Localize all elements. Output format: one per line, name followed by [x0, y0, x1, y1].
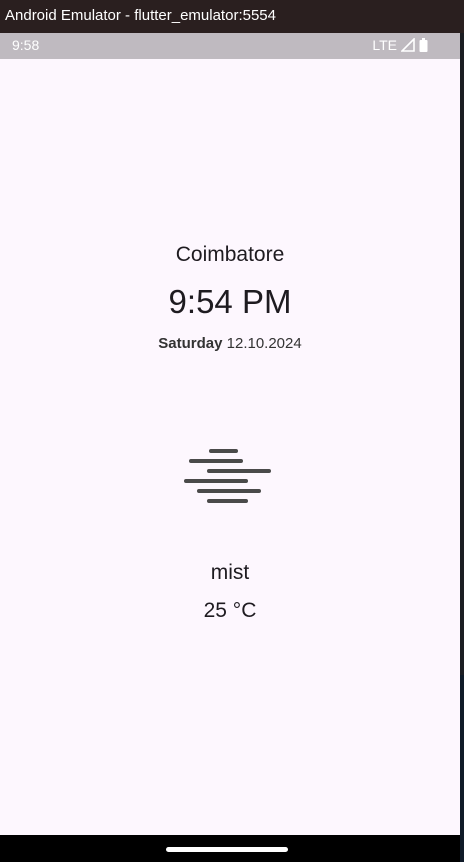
status-bar: 9:58 LTE	[0, 33, 460, 59]
network-label: LTE	[372, 37, 397, 53]
weather-condition: mist	[210, 561, 250, 584]
date-value: 12.10.2024	[226, 335, 302, 352]
emulator-title-bar: Android Emulator - flutter_emulator:5554	[0, 0, 464, 33]
phone-screen: 9:58 LTE Coimbatore 9:54 PM Saturday 12.…	[0, 33, 460, 862]
battery-icon	[419, 38, 428, 52]
mist-icon	[184, 449, 271, 503]
status-time: 9:58	[12, 37, 40, 53]
day-name: Saturday	[158, 335, 223, 352]
window-title: Android Emulator - flutter_emulator:5554	[5, 7, 276, 24]
signal-icon	[401, 38, 415, 52]
city-name: Coimbatore	[175, 243, 285, 266]
home-gesture-handle[interactable]	[166, 847, 288, 852]
navigation-bar	[0, 835, 460, 862]
temperature: 25 °C	[203, 599, 257, 622]
background-window-edge	[460, 675, 464, 862]
date-line: Saturday 12.10.2024	[0, 335, 460, 352]
current-time: 9:54 PM	[168, 283, 292, 320]
